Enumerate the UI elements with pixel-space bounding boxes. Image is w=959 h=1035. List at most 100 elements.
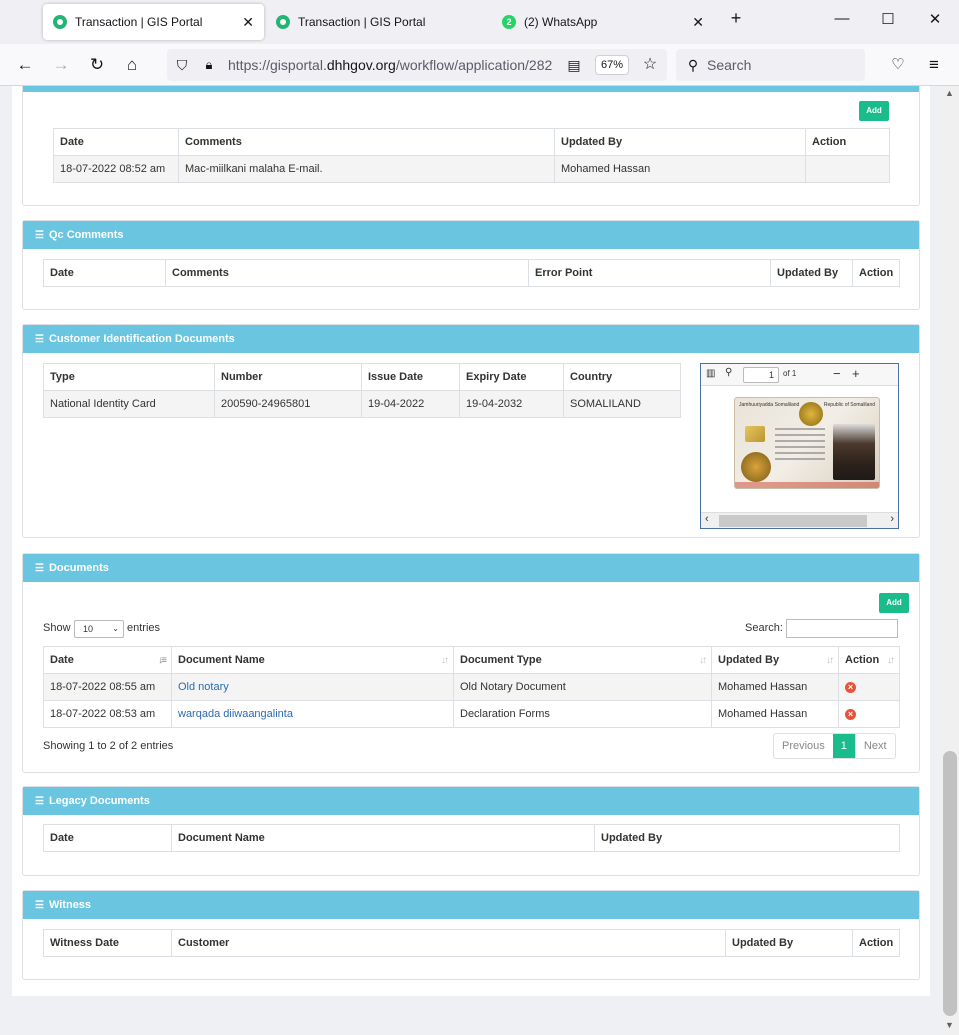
sort-icon[interactable]: ↓↑ [699,655,707,666]
scroll-up-icon[interactable]: ▲ [945,88,954,98]
legacy-docs-table: Date Document Name Updated By [43,824,900,852]
scroll-thumb[interactable] [719,515,867,527]
scroll-thumb[interactable] [943,751,957,1016]
page-number-input[interactable]: 1 [743,367,779,383]
page-viewport: Add Date Comments Updated By Action 18-0… [0,86,941,1035]
cell-action: × [838,673,900,701]
card-header: ☰ Legacy Documents [23,787,919,815]
id-card-image: Jamhuuriyadda Somaliland Republic of Som… [734,397,880,489]
document-viewer[interactable]: ▥ ⚲ 1 of 1 − + Jamhuuriyadda Somaliland … [700,363,899,529]
cell-document-type: Old Notary Document [453,673,712,701]
delete-icon[interactable]: × [845,709,856,720]
url-bar[interactable]: ⛉ 🔒︎ https://gisportal.dhhgov.org/workfl… [167,49,667,81]
page-scrollbar[interactable]: ▲ ▼ [941,86,959,1035]
zoom-level[interactable]: 67% [595,55,629,75]
list-icon: ☰ [35,899,44,911]
reload-icon[interactable]: ↻ [86,54,108,76]
page-1-button[interactable]: 1 [832,734,855,758]
col-type: Type [43,363,215,391]
entries-select[interactable]: 10 ⌄ [74,620,124,638]
delete-icon[interactable]: × [845,682,856,693]
cell-document-type: Declaration Forms [453,700,712,728]
id-photo [833,424,875,480]
table-header-row: Date Document Name Updated By [43,824,900,852]
shield-icon[interactable]: ⛉ [171,54,193,76]
col-document-type[interactable]: Document Type ↓↑ [453,646,712,674]
tab-transaction-1[interactable]: Transaction | GIS Portal ✕ [43,4,264,40]
reader-view-icon[interactable]: ▤ [563,54,585,76]
gis-portal-icon [276,15,290,29]
col-updated-by[interactable]: Updated By ↓↑ [711,646,839,674]
search-bar[interactable]: ⚲ Search [676,49,865,81]
new-tab-icon[interactable]: + [726,8,746,29]
col-comments: Comments [178,128,555,156]
table-row: National Identity Card 200590-24965801 1… [43,390,681,418]
url-text[interactable]: https://gisportal.dhhgov.org/workflow/ap… [228,57,558,73]
col-date: Date [43,824,172,852]
zoom-out-icon[interactable]: − [833,366,841,381]
previous-button[interactable]: Previous [774,734,833,758]
list-icon: ☰ [35,229,44,241]
card-header: ☰ Customer Identification Documents [23,325,919,353]
sort-icon[interactable]: ↓↑ [887,655,895,666]
cell-document-name[interactable]: Old notary [171,673,454,701]
documents-search-input[interactable] [786,619,898,638]
tab-transaction-2[interactable]: Transaction | GIS Portal [266,4,486,40]
forward-icon[interactable]: → [50,54,72,76]
col-expiry-date: Expiry Date [459,363,564,391]
cell-document-name[interactable]: warqada diiwaangalinta [171,700,454,728]
scroll-right-icon[interactable]: › [890,513,894,525]
minimize-icon[interactable]: — [832,10,852,27]
menu-icon[interactable]: ≡ [923,54,945,76]
col-issue-date: Issue Date [361,363,460,391]
pocket-icon[interactable]: ♡ [887,54,909,76]
close-window-icon[interactable]: ✕ [925,10,945,28]
col-document-name[interactable]: Document Name ↓↑ [171,646,454,674]
card-title: Witness [48,899,92,911]
col-action[interactable]: Action ↓↑ [838,646,900,674]
pagination: Previous 1 Next [773,733,896,759]
add-document-button[interactable]: Add [879,593,909,613]
id-docs-table: Type Number Issue Date Expiry Date Count… [43,363,681,418]
back-icon[interactable]: ← [14,54,36,76]
viewer-toolbar: ▥ ⚲ 1 of 1 − + [701,364,898,386]
col-action: Action [852,929,900,957]
id-card-header-left: Jamhuuriyadda Somaliland [739,402,800,408]
col-date[interactable]: Date ↓≡ [43,646,172,674]
document-link[interactable]: warqada diiwaangalinta [178,708,293,720]
sort-desc-icon[interactable]: ↓≡ [158,655,167,666]
viewer-horizontal-scrollbar[interactable]: ‹ › [701,512,898,528]
whatsapp-icon: 2 [502,15,516,29]
sort-icon[interactable]: ↓↑ [826,655,834,666]
maximize-icon[interactable]: ☐ [878,10,898,28]
card-title: Qc Comments [48,229,124,241]
bookmark-star-icon[interactable]: ☆ [639,54,661,76]
tab-whatsapp[interactable]: 2 (2) WhatsApp ✕ [492,4,714,40]
scroll-down-icon[interactable]: ▼ [945,1020,954,1030]
sort-icon[interactable]: ↓↑ [441,655,449,666]
cell-issue-date: 19-04-2022 [361,390,460,418]
id-card-header-right: Republic of Somaliland [823,402,875,408]
close-icon[interactable]: ✕ [242,14,254,31]
add-comment-button[interactable]: Add [859,101,889,121]
search-label: Search: [745,622,783,634]
zoom-in-icon[interactable]: + [852,366,860,381]
document-link[interactable]: Old notary [178,681,229,693]
col-date: Date [43,259,166,287]
card-header-strip [23,86,919,92]
col-error-point: Error Point [528,259,771,287]
col-updated-by: Updated By [554,128,806,156]
lock-icon[interactable]: 🔒︎ [198,54,220,76]
cell-country: SOMALILAND [563,390,681,418]
scroll-left-icon[interactable]: ‹ [705,513,709,525]
cell-date: 18-07-2022 08:53 am [43,700,172,728]
cell-comment: Mac-miilkani malaha E-mail. [178,155,555,183]
comments-table: Date Comments Updated By Action 18-07-20… [53,128,890,183]
tab-title: Transaction | GIS Portal [298,15,426,29]
sidebar-toggle-icon[interactable]: ▥ [706,368,715,379]
next-button[interactable]: Next [854,734,895,758]
home-icon[interactable]: ⌂ [121,54,143,76]
id-card-text-lines [775,428,825,464]
close-icon[interactable]: ✕ [692,14,704,31]
search-icon[interactable]: ⚲ [725,367,732,378]
